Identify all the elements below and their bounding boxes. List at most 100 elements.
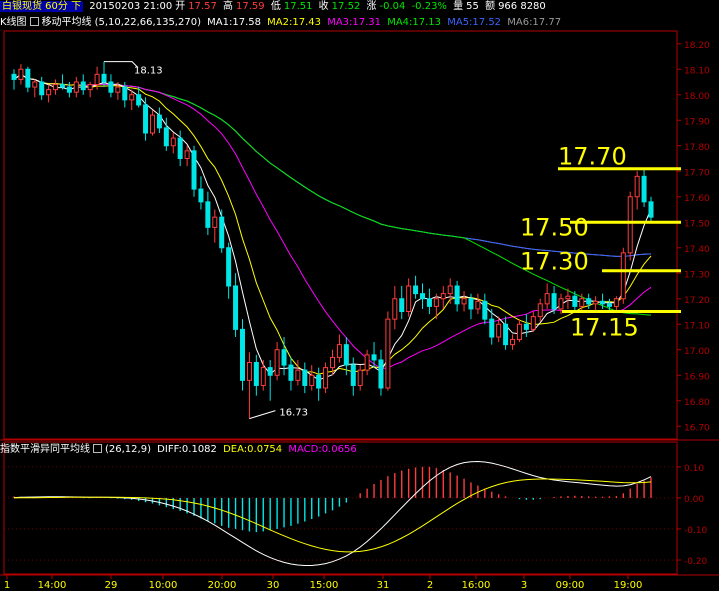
candle-body (143, 104, 149, 134)
price-tick-label: 18.10 (684, 66, 710, 76)
ma-indicator-name[interactable]: 移动平均线 (42, 17, 92, 28)
quote-header: 白银现货 60分 下 20150203 21:00 开 17.57 高 17.59 低… (0, 0, 549, 14)
candle-body (73, 81, 79, 93)
high-marker-label: 18.13 (134, 66, 163, 77)
candle-body (219, 216, 225, 249)
candle-body (149, 114, 155, 134)
low-marker-line (249, 410, 276, 420)
candle-body (371, 354, 377, 361)
time-tick-label: 15:00 (310, 580, 339, 591)
macd-tick-label: -0.10 (684, 526, 708, 536)
candle-body (489, 318, 495, 338)
diff-value: DIFF:0.1082 (157, 444, 217, 455)
low-value: 17.51 (283, 1, 313, 12)
candle-body (198, 188, 204, 203)
high-label: 高 (223, 1, 234, 12)
ma6-value: MA6:17.77 (507, 17, 562, 28)
macd-value: MACD:0.0656 (288, 444, 357, 455)
level-label: 17.15 (570, 314, 639, 342)
time-tick-label: 30 (267, 580, 280, 591)
candle-body (378, 359, 384, 389)
candle-body (108, 81, 114, 93)
time-tick-label: 31 (377, 580, 390, 591)
time-tick-label: 29 (105, 580, 118, 591)
volume-label: 量 (453, 1, 464, 12)
candle-body (641, 175, 647, 203)
candle-body (94, 73, 100, 86)
ma3-value: MA3:17.31 (327, 17, 382, 28)
macd-toggle-icon[interactable] (93, 444, 102, 453)
price-tick-label: 17.70 (684, 168, 710, 178)
time-tick-label: 2 (427, 580, 433, 591)
candle-body (558, 298, 564, 310)
candle-body (53, 84, 59, 91)
candle-body (468, 298, 474, 310)
macd-indicator-name[interactable]: 指数平滑异同平均线 (0, 444, 90, 455)
candle-body (482, 300, 488, 320)
candle-body (316, 374, 322, 389)
candle-body (156, 114, 162, 129)
candle-body (330, 356, 335, 369)
candle-body (205, 201, 211, 228)
ma-legend: K线图 移动平均线 (5,10,22,66,135,270) MA1:17.58 M… (0, 16, 564, 30)
price-tick-label: 16.80 (684, 398, 710, 408)
candle-body (129, 94, 135, 101)
candle-body (627, 196, 633, 254)
candle-body (385, 318, 391, 389)
price-axis: 18.20 18.10 18.00 17.90 17.80 17.70 17.60 17.50… (677, 41, 710, 433)
price-tick-label: 17.50 (684, 219, 710, 229)
candle-body (413, 285, 419, 295)
candle-body (267, 367, 273, 376)
candle-body (163, 127, 169, 147)
price-tick-label: 17.80 (684, 143, 710, 153)
candle-body (399, 298, 405, 312)
candle-body (295, 369, 301, 381)
candle-body (80, 81, 86, 91)
candle-body (115, 86, 121, 93)
macd-panel-border (3, 441, 678, 575)
candle-body (323, 367, 329, 389)
diff-line (13, 460, 652, 566)
candle-body (288, 364, 294, 381)
kline-label[interactable]: K线图 (0, 17, 27, 28)
candle-body (25, 68, 31, 88)
change-pct: -0.23% (411, 1, 447, 12)
candle-body (648, 201, 654, 218)
indicator-toggle-icon[interactable] (29, 17, 39, 26)
time-tick-label: 16:00 (462, 580, 491, 591)
low-label: 低 (270, 1, 281, 12)
candle-body (66, 86, 72, 93)
time-tick-label: 14:00 (38, 580, 67, 591)
candle-body (239, 328, 245, 381)
change-value: -0.04 (379, 1, 406, 12)
candle-body (440, 293, 446, 300)
macd-params: (26,12,9) (105, 444, 151, 455)
candle-body (46, 89, 52, 96)
amount-value: 966 8280 (498, 1, 546, 12)
candle-body (544, 293, 550, 305)
candle-body (260, 367, 266, 386)
price-tick-label: 16.70 (684, 423, 710, 433)
instrument-title[interactable]: 白银现货 60分 下 (0, 1, 84, 12)
candle-body (18, 68, 24, 80)
time-tick-label: 19:00 (614, 580, 643, 591)
candle-body (530, 316, 536, 330)
open-label: 开 (175, 1, 186, 12)
candle-body (516, 323, 522, 341)
candle-body (454, 285, 460, 305)
macd-tick-label: -0.20 (684, 557, 708, 567)
high-value: 17.59 (236, 1, 265, 12)
ma4-value: MA4:17.13 (387, 17, 442, 28)
time-tick-label: 1 (4, 580, 10, 591)
candle-body (226, 247, 232, 287)
candle-body (101, 73, 107, 83)
macd-panel (13, 460, 652, 566)
high-marker-line (104, 61, 139, 68)
macd-tick-label: 0.10 (684, 464, 704, 474)
kline-chart[interactable]: 18.20 18.10 18.00 17.90 17.80 17.70 17.60 17.50… (0, 0, 719, 591)
candle-body (350, 364, 356, 386)
candle-body (11, 73, 17, 80)
candle-body (122, 86, 128, 101)
level-label: 17.70 (558, 143, 627, 171)
ma5-value: MA5:17.52 (447, 17, 502, 28)
